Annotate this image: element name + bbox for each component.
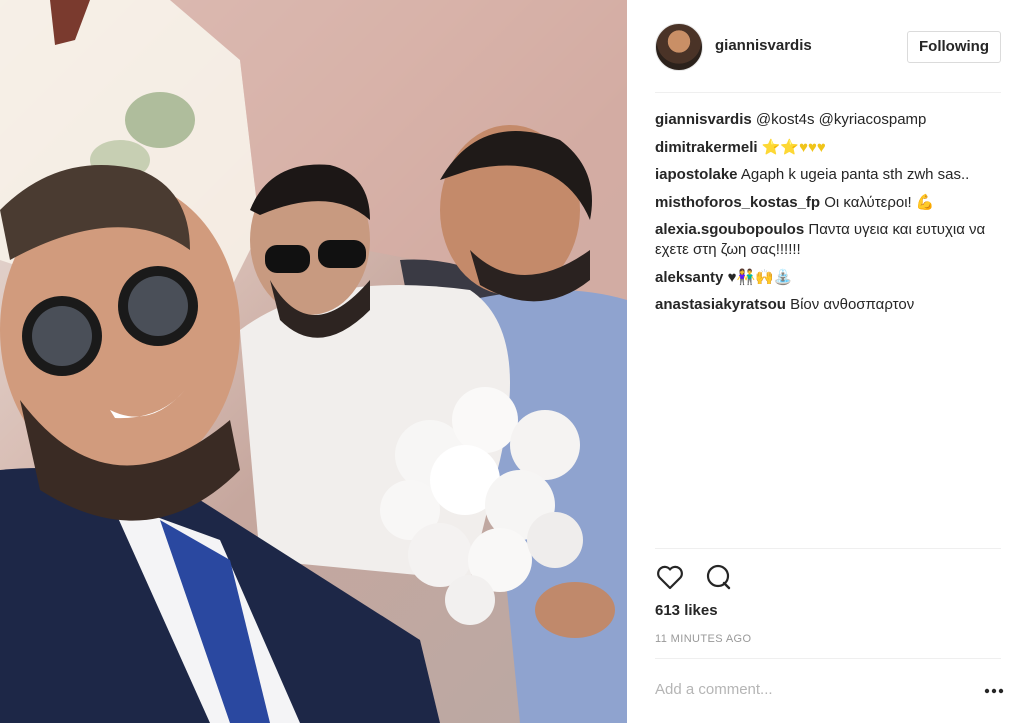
comment-text: ♥👫🙌⛲ <box>727 268 793 286</box>
comments-list: giannisvardis @kost4s @kyriacospamp dimi… <box>655 110 1001 323</box>
comment-username[interactable]: dimitrakermeli <box>655 139 758 156</box>
comment-item: iapostolake Agaph k ugeia panta sth zwh … <box>655 165 1001 185</box>
post-details-panel: giannisvardis Following giannisvardis @k… <box>627 0 1024 723</box>
comment-item: alexia.sgoubopoulos Παντα υγεια και ευτυ… <box>655 220 1001 260</box>
more-options-icon[interactable] <box>983 681 1005 701</box>
comment-username[interactable]: alexia.sgoubopoulos <box>655 221 804 238</box>
heart-outline-icon[interactable] <box>655 562 685 592</box>
add-comment-input[interactable]: Add a comment... <box>655 681 773 698</box>
comment-username[interactable]: misthoforos_kostas_fp <box>655 194 820 211</box>
comment-item: giannisvardis @kost4s @kyriacospamp <box>655 110 1001 130</box>
actions-divider <box>655 548 1001 549</box>
comment-item: misthoforos_kostas_fp Οι καλύτεροι! 💪 <box>655 193 1001 213</box>
header-username[interactable]: giannisvardis <box>715 37 812 54</box>
comment-item: aleksanty ♥👫🙌⛲ <box>655 268 1001 288</box>
avatar[interactable] <box>655 23 703 71</box>
comment-text: Οι καλύτεροι! 💪 <box>824 193 935 211</box>
post-photo[interactable] <box>0 0 627 723</box>
comment-username[interactable]: anastasiakyratsou <box>655 296 786 313</box>
comment-divider <box>655 658 1001 659</box>
speech-bubble-icon[interactable] <box>703 562 733 592</box>
likes-count[interactable]: 613 likes <box>655 602 718 619</box>
comment-text: ⭐⭐♥♥♥ <box>761 138 826 156</box>
comment-text: Βίον ανθοσπαρτον <box>790 296 915 313</box>
selfie-illustration <box>0 0 627 723</box>
following-button[interactable]: Following <box>907 31 1001 63</box>
comment-item: anastasiakyratsou Βίον ανθοσπαρτον <box>655 295 1001 315</box>
comment-username[interactable]: aleksanty <box>655 269 723 286</box>
comment-username[interactable]: giannisvardis <box>655 111 752 128</box>
comment-text: Agaph k ugeia panta sth zwh sas.. <box>740 166 970 183</box>
comment-item: dimitrakermeli ⭐⭐♥♥♥ <box>655 138 1001 158</box>
comment-username[interactable]: iapostolake <box>655 166 738 183</box>
header-divider <box>655 92 1001 93</box>
post-header: giannisvardis Following <box>655 21 1001 73</box>
post-timestamp[interactable]: 11 MINUTES AGO <box>655 633 751 645</box>
comment-text: @kost4s @kyriacospamp <box>755 111 927 128</box>
